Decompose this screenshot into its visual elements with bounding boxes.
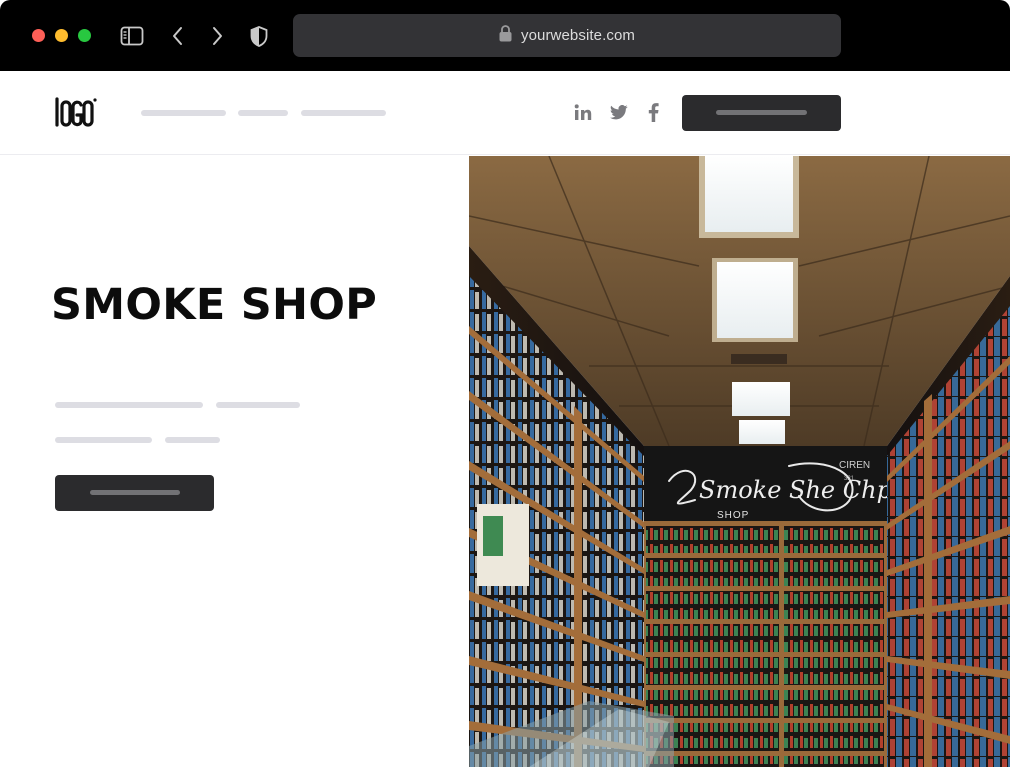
store-sign-corner: CIREN — [839, 460, 870, 471]
text-line-placeholder — [216, 402, 300, 408]
store-sign-script: Smoke She Chp — [699, 476, 892, 504]
store-interior-illustration: Smoke She Chp SHOP CIREN 321 — [469, 156, 1010, 767]
linkedin-icon[interactable] — [572, 101, 594, 123]
minimize-window-button[interactable] — [55, 29, 68, 42]
back-icon[interactable] — [166, 24, 190, 48]
site-logo[interactable] — [54, 96, 98, 130]
twitter-icon[interactable] — [608, 101, 630, 123]
button-label-placeholder — [716, 110, 807, 115]
sidebar-icon[interactable] — [120, 24, 144, 48]
url-text: yourwebsite.com — [520, 27, 636, 44]
close-window-button[interactable] — [32, 29, 45, 42]
button-label-placeholder — [90, 490, 180, 495]
header-cta-button[interactable] — [682, 95, 841, 131]
browser-window: yourwebsite.com SMOKE SHOP Smoke She Chp… — [0, 0, 1010, 767]
hero-image: Smoke She Chp SHOP CIREN 321 — [469, 156, 1010, 767]
text-line-placeholder — [55, 402, 203, 408]
hero-title: SMOKE SHOP — [51, 280, 378, 330]
browser-toolbar: yourwebsite.com — [0, 0, 1010, 71]
shield-icon[interactable] — [247, 24, 271, 48]
facebook-icon[interactable] — [642, 101, 664, 123]
hero-cta-button[interactable] — [55, 475, 214, 511]
nav-link-placeholder-1[interactable] — [141, 110, 226, 116]
store-sign-sub: SHOP — [717, 510, 749, 521]
text-line-placeholder — [165, 437, 220, 443]
address-bar[interactable]: yourwebsite.com — [293, 14, 841, 57]
nav-link-placeholder-3[interactable] — [301, 110, 386, 116]
lock-icon — [499, 24, 512, 47]
store-sign-corner-small: 321 — [844, 476, 855, 482]
nav-link-placeholder-2[interactable] — [238, 110, 288, 116]
text-line-placeholder — [55, 437, 152, 443]
maximize-window-button[interactable] — [78, 29, 91, 42]
forward-icon[interactable] — [205, 24, 229, 48]
